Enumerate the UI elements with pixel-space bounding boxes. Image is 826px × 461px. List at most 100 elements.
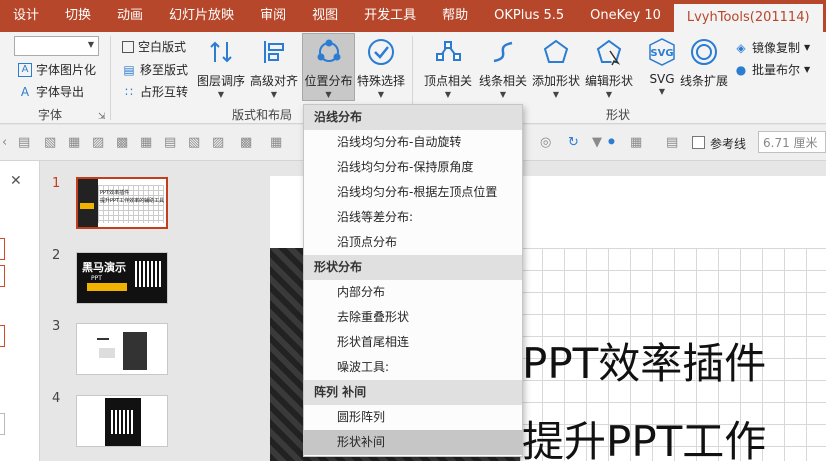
svg-icon-text: SVG: [650, 48, 673, 59]
slide-title-line1[interactable]: PPT效率插件: [522, 330, 766, 391]
chevron-down-icon: ▼: [377, 90, 385, 99]
tab-developer[interactable]: 开发工具: [351, 0, 429, 32]
qr-code-icon: [135, 261, 161, 287]
thumb1-line2: 提升PPT工作效率的辅助工具: [100, 198, 165, 204]
svg-button[interactable]: SVG SVG ▼: [642, 34, 682, 100]
target-icon[interactable]: ◎: [540, 135, 551, 150]
distribute-h-icon[interactable]: ▦: [140, 135, 152, 150]
tab-view[interactable]: 视图: [299, 0, 351, 32]
tab-slideshow[interactable]: 幻灯片放映: [156, 0, 247, 32]
menu-section-header: 沿线分布: [304, 105, 522, 130]
font-select[interactable]: ▼: [14, 36, 99, 56]
font-a-icon: A: [18, 62, 32, 77]
placeholder-swap-button[interactable]: ∷ 占形互转: [122, 83, 188, 100]
chevron-down-icon: ▼: [804, 65, 811, 74]
qr-code-icon: [111, 410, 135, 434]
ribbon-tab-bar: 设计 切换 动画 幻灯片放映 审阅 视图 开发工具 帮助 OKPlus 5.5 …: [0, 0, 826, 32]
tab-help[interactable]: 帮助: [429, 0, 481, 32]
edit-shape-button[interactable]: 编辑形状 ▼: [585, 34, 633, 100]
grid-icon[interactable]: ▦: [630, 135, 642, 150]
menu-item-line-auto-rotate[interactable]: 沿线均匀分布-自动旋转: [304, 130, 522, 155]
tab-transitions[interactable]: 切换: [52, 0, 104, 32]
rotate-icon[interactable]: ↻: [568, 135, 579, 150]
group-label-layout: 版式和布局: [232, 108, 293, 122]
chevron-down-icon: ▼: [658, 87, 666, 96]
advanced-align-button[interactable]: 高级对齐 ▼: [250, 34, 298, 100]
ruler-icon[interactable]: ▤: [666, 135, 678, 150]
pane-marker: [0, 413, 5, 435]
position-distribute-button[interactable]: 位置分布 ▼: [302, 33, 355, 101]
mirror-copy-button[interactable]: ◈ 镜像复制 ▼: [734, 39, 810, 56]
font-a-icon: A: [20, 84, 30, 99]
size-icon[interactable]: ▧: [188, 135, 200, 150]
edit-shape-icon: [589, 34, 629, 70]
tab-design[interactable]: 设计: [0, 0, 52, 32]
menu-item-circular-array[interactable]: 圆形阵列: [304, 405, 522, 430]
slide-thumbnail-3[interactable]: [76, 323, 168, 375]
shape-icon[interactable]: ▦: [270, 135, 282, 150]
chevron-left-icon[interactable]: ‹: [2, 135, 7, 150]
blank-layout-button[interactable]: 空白版式: [122, 38, 186, 55]
align-left-icon[interactable]: ▧: [44, 135, 56, 150]
distribute-v-icon[interactable]: ▤: [164, 135, 176, 150]
menu-item-noise-tool[interactable]: 噪波工具:: [304, 355, 522, 380]
slide-thumbnail-4[interactable]: [76, 395, 168, 447]
pin-icon[interactable]: ⚫: [606, 135, 617, 150]
slide-thumbnail-1[interactable]: PPT效率插件 提升PPT工作效率的辅助工具: [76, 177, 168, 229]
menu-item-along-vertex[interactable]: 沿顶点分布: [304, 230, 522, 255]
check-circle-icon: [361, 34, 401, 70]
stack-icon[interactable]: ▩: [240, 135, 252, 150]
menu-item-line-keep-angle[interactable]: 沿线均匀分布-保持原角度: [304, 155, 522, 180]
lightbulb-icon[interactable]: ◯: [823, 7, 826, 25]
batch-bool-button[interactable]: ● 批量布尔 ▼: [734, 61, 810, 78]
font-export-button[interactable]: A 字体导出: [18, 83, 84, 100]
align-right-icon[interactable]: ▨: [92, 135, 104, 150]
align-center-icon[interactable]: ▦: [68, 135, 80, 150]
menu-item-inner-distribute[interactable]: 内部分布: [304, 280, 522, 305]
thumb2-sub: PPT: [91, 275, 102, 282]
font-image-button[interactable]: A 字体图片化: [18, 61, 96, 78]
dialog-launcher-icon[interactable]: ⇲: [98, 112, 106, 122]
menu-section-header: 阵列 补间: [304, 380, 522, 405]
bool-icon: ●: [735, 62, 747, 77]
add-shape-button[interactable]: 添加形状 ▼: [532, 34, 580, 100]
chevron-down-icon: ▼: [804, 43, 811, 52]
line-button[interactable]: 线条相关 ▼: [479, 34, 527, 100]
layout-icon: ▤: [123, 62, 135, 77]
thumb2-title: 黑马演示: [82, 261, 126, 274]
group-icon[interactable]: ▨: [212, 135, 224, 150]
unit-input[interactable]: 6.71 厘米: [758, 131, 826, 153]
menu-item-connect-ends[interactable]: 形状首尾相连: [304, 330, 522, 355]
position-distribute-menu: 沿线分布 沿线均匀分布-自动旋转 沿线均匀分布-保持原角度 沿线均匀分布-根据左…: [303, 104, 523, 457]
layer-order-button[interactable]: 图层调序 ▼: [197, 34, 245, 100]
chevron-down-icon: ▼: [325, 90, 332, 99]
chevron-down-icon[interactable]: ▼: [592, 135, 602, 150]
line-extend-button[interactable]: 线条扩展: [680, 34, 728, 100]
slide-title-line2[interactable]: 提升PPT工作: [522, 408, 766, 461]
menu-item-remove-overlap[interactable]: 去除重叠形状: [304, 305, 522, 330]
concentric-circle-icon: [684, 34, 724, 70]
tab-animations[interactable]: 动画: [104, 0, 156, 32]
chevron-down-icon: ▼: [499, 90, 507, 99]
tab-review[interactable]: 审阅: [247, 0, 299, 32]
menu-item-shape-tween[interactable]: 形状补间: [304, 430, 522, 455]
tab-lvyhtools[interactable]: LvyhTools(201114): [673, 4, 823, 32]
menu-item-line-by-left-vertex[interactable]: 沿线均匀分布-根据左顶点位置: [304, 180, 522, 205]
menu-item-line-arithmetic[interactable]: 沿线等差分布:: [304, 205, 522, 230]
special-select-button[interactable]: 特殊选择 ▼: [357, 34, 405, 100]
chevron-down-icon: ▼: [444, 90, 452, 99]
close-icon[interactable]: ✕: [10, 173, 22, 189]
tab-okplus[interactable]: OKPlus 5.5: [481, 0, 577, 32]
slide-thumbnail-2[interactable]: 黑马演示 PPT: [76, 252, 168, 304]
curve-line-icon: [483, 34, 523, 70]
reference-line-label: 参考线: [710, 137, 747, 151]
move-to-layout-button[interactable]: ▤ 移至版式: [122, 61, 188, 78]
align-bottom-icon[interactable]: ▩: [116, 135, 128, 150]
reference-line-checkbox[interactable]: [692, 136, 705, 149]
pentagon-icon: [536, 34, 576, 70]
dotted-box-icon: ∷: [125, 84, 133, 99]
vertex-button[interactable]: 顶点相关 ▼: [424, 34, 472, 100]
slide-number: 3: [52, 319, 61, 334]
align-top-icon[interactable]: ▤: [18, 135, 30, 150]
tab-onekey[interactable]: OneKey 10: [577, 0, 674, 32]
